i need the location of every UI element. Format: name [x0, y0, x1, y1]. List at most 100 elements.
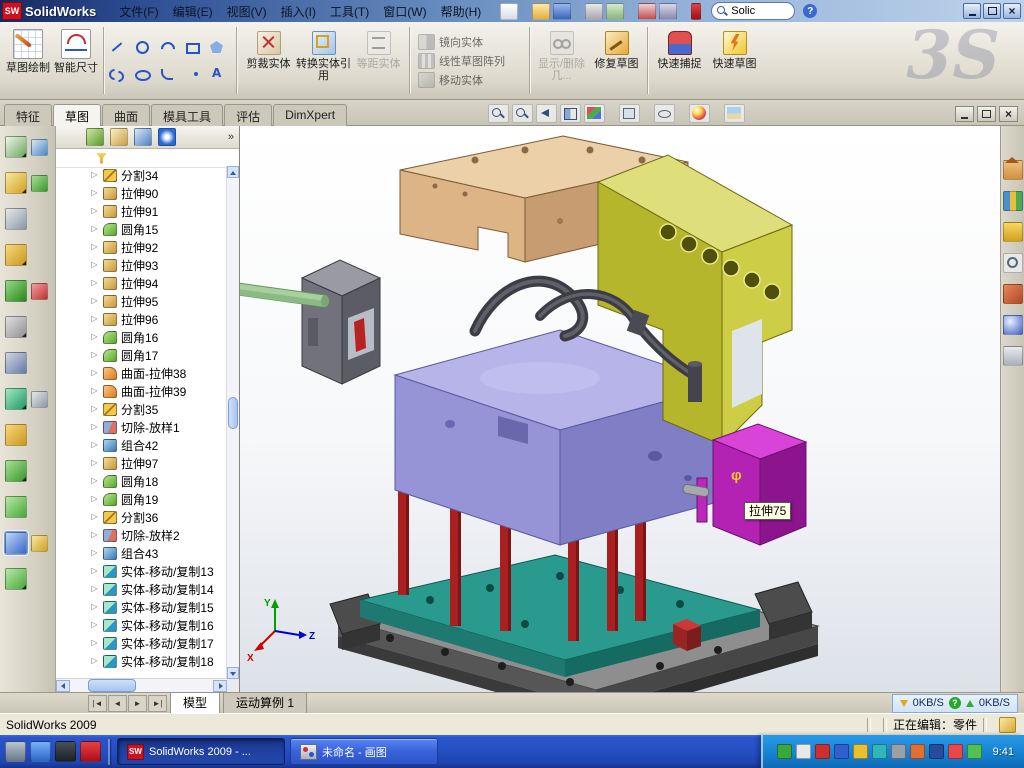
property-manager-tab-icon[interactable]: [110, 128, 128, 146]
zoom-fit-icon[interactable]: [488, 104, 509, 123]
tray-icon[interactable]: [929, 744, 944, 759]
file-explorer-icon[interactable]: [1003, 222, 1023, 242]
tray-icon[interactable]: [834, 744, 849, 759]
flyout-tool-icon[interactable]: [31, 535, 48, 552]
appearances-icon[interactable]: [1003, 315, 1023, 335]
dimxpert-manager-tab-icon[interactable]: [158, 128, 176, 146]
arc-tool-button[interactable]: [158, 34, 183, 61]
doc-tab-model[interactable]: 模型: [170, 692, 220, 714]
viewport-3d[interactable]: φ: [240, 126, 1000, 692]
media-player-icon[interactable]: [55, 741, 76, 762]
chevron-expand-icon[interactable]: [228, 131, 234, 143]
help-icon[interactable]: [803, 4, 817, 18]
tree-vertical-scrollbar[interactable]: [226, 166, 239, 679]
expand-arrow-icon[interactable]: [90, 544, 99, 562]
task-solidworks[interactable]: SW SolidWorks 2009 - ...: [117, 738, 285, 765]
previous-view-icon[interactable]: [536, 104, 557, 123]
display-style-icon[interactable]: [619, 104, 640, 123]
bracket-tool-icon[interactable]: [5, 244, 27, 266]
quick-snaps-button[interactable]: 快速捕捉: [652, 22, 707, 99]
view-orientation-icon[interactable]: [584, 104, 605, 123]
expand-arrow-icon[interactable]: [90, 238, 99, 256]
save-icon[interactable]: [553, 3, 571, 20]
tray-icon[interactable]: [910, 744, 925, 759]
tree-item[interactable]: 拉伸92: [56, 238, 227, 256]
tab-sketch[interactable]: 草图: [53, 104, 101, 128]
undo-icon[interactable]: [606, 3, 624, 20]
tray-icon[interactable]: [872, 744, 887, 759]
dashed-line-tool-icon[interactable]: [5, 352, 27, 374]
circle-tool-button[interactable]: [133, 34, 158, 61]
tree-horizontal-scrollbar[interactable]: [56, 678, 227, 692]
print-icon[interactable]: [585, 3, 603, 20]
clock[interactable]: 9:41: [993, 746, 1014, 758]
custom-properties-icon[interactable]: [1003, 346, 1023, 366]
cube-tool-icon[interactable]: [31, 175, 48, 192]
mirror-entities-button[interactable]: 镜向实体: [418, 34, 526, 50]
rectangle-tool-button[interactable]: [183, 34, 208, 61]
tree-item[interactable]: 切除-放样2: [56, 526, 227, 544]
tray-icon[interactable]: [853, 744, 868, 759]
aux-tool-icon[interactable]: [31, 391, 48, 408]
doc-minimize-button[interactable]: [955, 106, 974, 122]
expand-arrow-icon[interactable]: [90, 508, 99, 526]
tray-icon[interactable]: [967, 744, 982, 759]
configuration-manager-tab-icon[interactable]: [134, 128, 152, 146]
options-icon[interactable]: [659, 3, 677, 20]
tree-item[interactable]: 实体-移动/复制15: [56, 598, 227, 616]
tray-icon[interactable]: [796, 744, 811, 759]
expand-arrow-icon[interactable]: [90, 382, 99, 400]
expand-arrow-icon[interactable]: [90, 328, 99, 346]
move-entities-button[interactable]: 移动实体: [418, 72, 526, 88]
tree-item[interactable]: 拉伸94: [56, 274, 227, 292]
filter-funnel-icon[interactable]: [96, 153, 107, 164]
tree-item[interactable]: 分割34: [56, 166, 227, 184]
smart-dimension-button[interactable]: 智能尺寸: [52, 22, 100, 99]
trim-entities-button[interactable]: 剪裁实体: [241, 22, 296, 99]
tree-item[interactable]: 实体-移动/复制18: [56, 652, 227, 670]
expand-arrow-icon[interactable]: [90, 202, 99, 220]
expand-arrow-icon[interactable]: [90, 364, 99, 382]
expand-arrow-icon[interactable]: [90, 598, 99, 616]
expand-arrow-icon[interactable]: [90, 454, 99, 472]
expand-arrow-icon[interactable]: [90, 310, 99, 328]
hook-tool-icon[interactable]: [5, 388, 27, 410]
previous-tab-icon[interactable]: [108, 695, 127, 712]
scroll-up-icon[interactable]: [227, 166, 239, 178]
line-tool-button[interactable]: [108, 34, 133, 61]
green-block-tool-icon[interactable]: [5, 460, 27, 482]
expand-arrow-icon[interactable]: [90, 562, 99, 580]
tab-evaluate[interactable]: 评估: [224, 104, 272, 128]
stairs-tool-icon[interactable]: [5, 280, 27, 302]
tray-icon[interactable]: [777, 744, 792, 759]
red-tool-icon[interactable]: [31, 283, 48, 300]
tree-item[interactable]: 实体-移动/复制16: [56, 616, 227, 634]
expand-arrow-icon[interactable]: [90, 256, 99, 274]
instant3d-icon[interactable]: [691, 3, 701, 20]
ellipse-tool-button[interactable]: [133, 61, 158, 88]
task-paint[interactable]: 未命名 - 画图: [290, 738, 438, 765]
wedge-tool-icon[interactable]: [5, 424, 27, 446]
tab-dimxpert[interactable]: DimXpert: [273, 104, 347, 128]
tree-item[interactable]: 拉伸97: [56, 454, 227, 472]
scroll-left-icon[interactable]: [56, 680, 70, 692]
expand-arrow-icon[interactable]: [90, 346, 99, 364]
tree-item[interactable]: 拉伸91: [56, 202, 227, 220]
tree-item[interactable]: 实体-移动/复制13: [56, 562, 227, 580]
spline-curve-tool-icon[interactable]: [5, 496, 27, 518]
maximize-button[interactable]: [983, 3, 1001, 19]
rapid-sketch-button[interactable]: 快速草图: [707, 22, 762, 99]
scroll-down-icon[interactable]: [227, 667, 239, 679]
tree-item[interactable]: 圆角15: [56, 220, 227, 238]
browser-icon[interactable]: [30, 741, 51, 762]
view-palette-icon[interactable]: [1003, 284, 1023, 304]
expand-arrow-icon[interactable]: [90, 580, 99, 598]
appearance-icon[interactable]: [689, 104, 710, 123]
tree-item[interactable]: 圆角18: [56, 472, 227, 490]
tray-icon[interactable]: [815, 744, 830, 759]
tree-item[interactable]: 组合42: [56, 436, 227, 454]
expand-arrow-icon[interactable]: [90, 166, 99, 184]
expand-arrow-icon[interactable]: [90, 292, 99, 310]
expand-arrow-icon[interactable]: [90, 472, 99, 490]
question-icon[interactable]: [949, 697, 961, 709]
